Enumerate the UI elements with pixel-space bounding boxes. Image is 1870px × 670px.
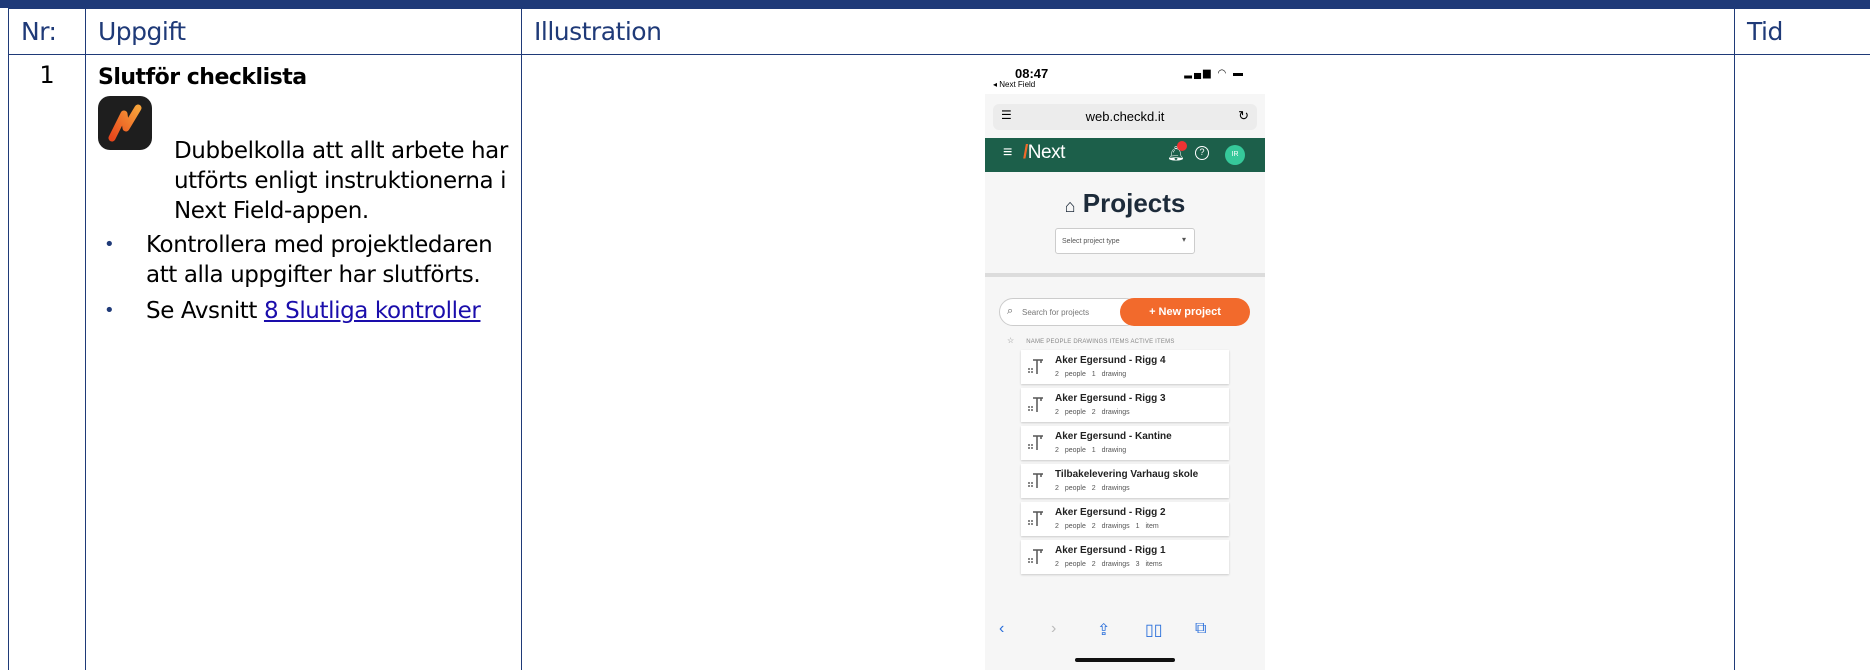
bullet-list: Kontrollera med projektledaren att alla … (98, 230, 509, 326)
list-item: Kontrollera med projektledaren att alla … (98, 230, 509, 290)
crane-icon (1028, 511, 1043, 526)
briefcase-icon: ⌂ (1064, 196, 1076, 216)
column-headers: ☆ NAME PEOPLE DRAWINGS ITEMS ACTIVE ITEM… (1007, 336, 1175, 345)
app-navbar: ≡ /Next 🔔︎ ? IR (985, 138, 1265, 172)
list-item-text: Se Avsnitt (146, 298, 264, 324)
list-item: Aker Egersund - Rigg 1 2 people 2 drawing… (1021, 540, 1229, 574)
notification-badge (1177, 141, 1187, 151)
project-meta: 2 people 1 drawing (1055, 371, 1127, 378)
instruction-table: Nr: Uppgift Illustration Tid 1 Slutför c… (8, 8, 1870, 670)
select-placeholder: Select project type (1062, 238, 1120, 245)
project-name: Aker Egersund - Rigg 1 (1055, 545, 1166, 556)
table-row: 1 Slutför checklista Dubbelkolla att all… (8, 54, 1870, 670)
task-cell: Slutför checklista Dubbelkolla att allt … (85, 54, 522, 670)
project-name: Tilbakelevering Varhaug skole (1055, 469, 1199, 480)
section-link[interactable]: 8 Slutliga kontroller (264, 298, 481, 324)
crane-icon (1028, 397, 1043, 412)
project-name: Aker Egersund - Kantine (1055, 431, 1172, 442)
app-instruction: Dubbelkolla att allt arbete har utförts … (98, 96, 509, 226)
back-icon: ‹ (999, 620, 1005, 637)
search-icon: ⌕ (1007, 305, 1014, 317)
task-title: Slutför checklista (98, 65, 307, 90)
list-item: Aker Egersund - Kantine 2 people 1 drawin… (1021, 426, 1229, 460)
tabs-icon: ⧉ (1195, 620, 1207, 637)
phone-screenshot: 08:47 ◂ Next Field ▂▄▆ ◠ ▬ ☰ web.checkd.… (985, 58, 1265, 670)
top-rule (0, 0, 1870, 8)
project-meta: 2 people 2 drawings (1055, 485, 1130, 492)
divider (985, 273, 1265, 277)
star-icon: ☆ (1007, 336, 1015, 345)
crane-icon (1028, 549, 1043, 564)
reload-icon: ↻ (1238, 108, 1249, 123)
project-name: Aker Egersund - Rigg 3 (1055, 393, 1166, 404)
app-description: Dubbelkolla att allt arbete har utförts … (174, 138, 508, 224)
header-tid: Tid (1734, 8, 1870, 55)
caret-down-icon: ▾ (1181, 235, 1186, 244)
header-illustration: Illustration (521, 8, 1735, 55)
search-input: ⌕ Search for projects (999, 298, 1139, 326)
list-item: Se Avsnitt 8 Slutliga kontroller (98, 296, 509, 326)
project-type-select: Select project type ▾ (1055, 228, 1195, 254)
next-field-app-icon (98, 96, 152, 150)
new-project-button: + New project (1120, 298, 1250, 326)
project-meta: 2 people 2 drawings 3 items (1055, 561, 1163, 568)
status-bar: 08:47 ◂ Next Field ▂▄▆ ◠ ▬ (985, 58, 1265, 94)
tid-cell (1734, 54, 1870, 670)
bookmarks-icon: ▯▯ (1145, 622, 1163, 639)
share-icon: ⇪ (1097, 622, 1111, 639)
project-name: Aker Egersund - Rigg 4 (1055, 355, 1166, 366)
safari-toolbar: ‹ › ⇪ ▯▯ ⧉ (985, 610, 1265, 650)
project-meta: 2 people 2 drawings (1055, 409, 1130, 416)
url-text: web.checkd.it (1085, 109, 1165, 124)
signal-wifi-battery-icon: ▂▄▆ ◠ ▬ (1184, 68, 1245, 79)
avatar: IR (1225, 145, 1245, 165)
crane-icon (1028, 435, 1043, 450)
project-list: Aker Egersund - Rigg 4 2 people 1 drawing… (1021, 350, 1229, 578)
projects-title: Projects (1082, 188, 1186, 218)
list-item: Tilbakelevering Varhaug skole 2 people 2 … (1021, 464, 1229, 498)
project-meta: 2 people 2 drawings 1 item (1055, 523, 1159, 530)
header-row: Nr: Uppgift Illustration Tid (8, 8, 1870, 55)
clock: 08:47 (1015, 66, 1049, 81)
url-bar: ☰ web.checkd.it ↻ (993, 104, 1257, 130)
back-to-app: ◂ Next Field (993, 80, 1036, 89)
header-uppgift: Uppgift (85, 8, 522, 55)
hamburger-icon: ≡ (1003, 144, 1013, 161)
list-item: Aker Egersund - Rigg 2 2 people 2 drawing… (1021, 502, 1229, 536)
search-placeholder: Search for projects (1022, 308, 1090, 317)
header-nr: Nr: (8, 8, 86, 55)
app-logo: /Next (1023, 142, 1066, 163)
crane-icon (1028, 359, 1043, 374)
project-name: Aker Egersund - Rigg 2 (1055, 507, 1166, 518)
list-item: Aker Egersund - Rigg 3 2 people 2 drawing… (1021, 388, 1229, 422)
row-number: 1 (8, 54, 86, 670)
crane-icon (1028, 473, 1043, 488)
project-meta: 2 people 1 drawing (1055, 447, 1127, 454)
list-item: Aker Egersund - Rigg 4 2 people 1 drawing (1021, 350, 1229, 384)
column-labels: NAME PEOPLE DRAWINGS ITEMS ACTIVE ITEMS (1026, 339, 1175, 345)
forward-icon: › (1051, 620, 1057, 637)
logo-text: Next (1027, 142, 1066, 163)
help-icon: ? (1195, 146, 1209, 160)
projects-heading: ⌂ Projects (985, 188, 1265, 219)
home-indicator (1075, 658, 1175, 662)
